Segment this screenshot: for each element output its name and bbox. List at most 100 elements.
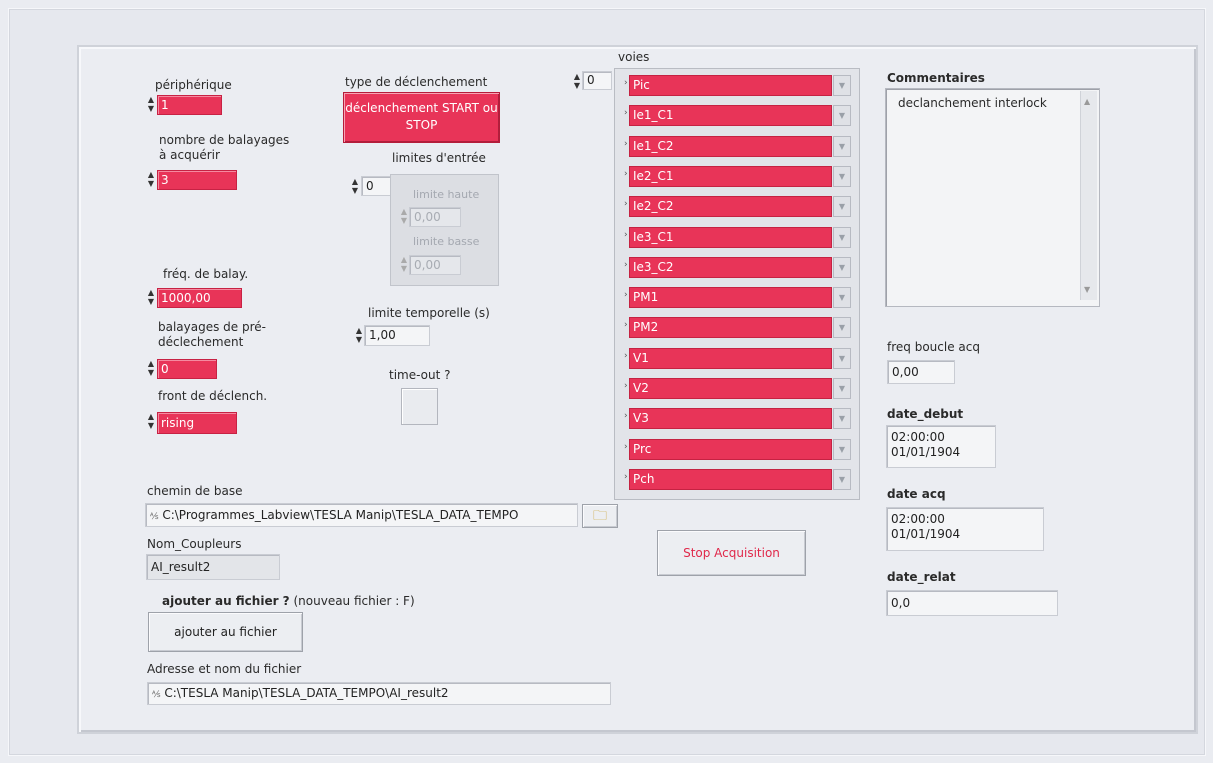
element-tick-icon: ›: [624, 320, 628, 331]
scroll-down-icon[interactable]: ▼: [1084, 285, 1090, 294]
limites-index-field[interactable]: 0: [361, 176, 391, 196]
pre-decl-field[interactable]: 0: [157, 359, 217, 379]
voie-channel-row[interactable]: › PM2 ▼: [619, 314, 851, 340]
voies-index-field[interactable]: 0: [582, 71, 612, 90]
voie-channel-row[interactable]: › Ie1_C2 ▼: [619, 133, 851, 159]
voie-channel-name[interactable]: Ie2_C1: [629, 165, 832, 187]
voie-channel-name[interactable]: V3: [629, 408, 832, 430]
element-tick-icon: ›: [624, 290, 628, 301]
front-field[interactable]: rising: [157, 412, 237, 434]
limite-haute-label: limite haute: [413, 188, 480, 201]
element-tick-icon: ›: [624, 168, 628, 179]
voie-channel-row[interactable]: › Ie2_C1 ▼: [619, 163, 851, 189]
adresse-value: C:\TESLA Manip\TESLA_DATA_TEMPO\AI_resul…: [164, 686, 449, 700]
voie-channel-name[interactable]: Ie1_C2: [629, 135, 832, 157]
voie-channel-name[interactable]: Pch: [629, 468, 832, 490]
element-tick-icon: ›: [624, 259, 628, 270]
chevron-down-icon[interactable]: ▼: [833, 226, 851, 248]
limite-basse-field[interactable]: 0,00: [409, 255, 461, 275]
voie-channel-name[interactable]: Prc: [629, 438, 832, 460]
type-decl-button[interactable]: déclenchement START ou STOP: [343, 92, 500, 143]
voie-channel-name[interactable]: Ie3_C2: [629, 256, 832, 278]
chevron-down-icon[interactable]: ▼: [833, 347, 851, 369]
chemin-field[interactable]: ⅍ C:\Programmes_Labview\TESLA Manip\TESL…: [145, 503, 578, 527]
limite-temp-field[interactable]: 1,00: [364, 325, 430, 346]
voie-channel-row[interactable]: › V3 ▼: [619, 405, 851, 431]
limites-index-spinner[interactable]: ▲ ▼: [350, 177, 360, 195]
scroll-up-icon[interactable]: ▲: [1084, 97, 1090, 106]
chevron-down-icon[interactable]: ▼: [833, 438, 851, 460]
chevron-down-icon[interactable]: ▼: [833, 75, 851, 96]
voie-channel-name[interactable]: PM2: [629, 317, 832, 339]
chevron-down-icon[interactable]: ▼: [833, 105, 851, 127]
timeout-led: [401, 388, 438, 425]
chevron-down-icon[interactable]: ▼: [833, 378, 851, 399]
voie-channel-name[interactable]: V2: [629, 378, 832, 399]
peripherique-field[interactable]: 1: [157, 95, 222, 115]
path-icon: ⅍: [150, 512, 159, 522]
voie-channel-row[interactable]: › V1 ▼: [619, 345, 851, 371]
ajouter-label-bold: ajouter au fichier ?: [162, 594, 290, 608]
nb-balayages-spinner[interactable]: ▲ ▼: [146, 170, 156, 188]
chevron-down-icon[interactable]: ▼: [833, 468, 851, 490]
stop-acquisition-button[interactable]: Stop Acquisition: [657, 530, 806, 576]
element-tick-icon: ›: [624, 441, 628, 452]
chevron-down-icon[interactable]: ▼: [833, 135, 851, 157]
voie-channel-row[interactable]: › V2 ▼: [619, 375, 851, 401]
front-spinner[interactable]: ▲ ▼: [146, 412, 156, 430]
limite-haute-spinner[interactable]: ▲ ▼: [399, 207, 409, 225]
date-relat-field: 0,0: [886, 590, 1058, 616]
limite-temp-spinner[interactable]: ▲ ▼: [354, 326, 364, 344]
chemin-label: chemin de base: [147, 484, 243, 498]
ajouter-label: ajouter au fichier ? (nouveau fichier : …: [162, 594, 415, 609]
date-relat-label: date_relat: [887, 570, 956, 584]
commentaires-scrollbar[interactable]: ▲ ▼: [1080, 91, 1097, 300]
commentaires-label: Commentaires: [887, 71, 985, 85]
date-debut-date: 01/01/1904: [891, 445, 961, 459]
limite-temp-label: limite temporelle (s): [368, 306, 490, 320]
element-tick-icon: ›: [624, 229, 628, 240]
chevron-down-icon[interactable]: ▼: [833, 196, 851, 218]
voie-channel-row[interactable]: › Pch ▼: [619, 466, 851, 492]
element-tick-icon: ›: [624, 78, 628, 88]
chevron-down-icon[interactable]: ▼: [833, 317, 851, 339]
peripherique-spinner[interactable]: ▲ ▼: [146, 95, 156, 113]
voie-channel-name[interactable]: Ie2_C2: [629, 196, 832, 218]
voie-channel-row[interactable]: › Ie1_C1 ▼: [619, 102, 851, 128]
nb-balayages-field[interactable]: 3: [157, 170, 237, 190]
freq-boucle-field: 0,00: [887, 360, 955, 384]
date-debut-time: 02:00:00: [891, 430, 945, 444]
date-acq-date: 01/01/1904: [891, 527, 961, 541]
limite-haute-field[interactable]: 0,00: [409, 207, 461, 227]
limite-basse-spinner[interactable]: ▲ ▼: [399, 255, 409, 273]
chevron-down-icon[interactable]: ▼: [833, 165, 851, 187]
freq-field[interactable]: 1000,00: [157, 288, 242, 308]
element-tick-icon: ›: [624, 108, 628, 119]
commentaires-textarea[interactable]: declanchement interlock ▲ ▼: [885, 88, 1100, 307]
browse-folder-icon[interactable]: 🗀: [582, 504, 618, 528]
voie-channel-name[interactable]: Ie3_C1: [629, 226, 832, 248]
voie-channel-row[interactable]: › Ie3_C1 ▼: [619, 224, 851, 250]
voie-channel-name[interactable]: Ie1_C1: [629, 105, 832, 127]
date-debut-label: date_debut: [887, 407, 964, 421]
freq-spinner[interactable]: ▲ ▼: [146, 288, 156, 306]
voie-channel-name[interactable]: PM1: [629, 287, 832, 309]
voie-channel-name[interactable]: V1: [629, 347, 832, 369]
element-tick-icon: ›: [624, 138, 628, 149]
voie-channel-row[interactable]: › Pic ▼: [619, 72, 851, 98]
voies-index-spinner[interactable]: ▲ ▼: [572, 72, 582, 90]
type-decl-label: type de déclenchement: [345, 75, 488, 89]
pre-decl-spinner[interactable]: ▲ ▼: [146, 359, 156, 377]
chevron-down-icon[interactable]: ▼: [833, 256, 851, 278]
ajouter-button[interactable]: ajouter au fichier: [148, 612, 303, 652]
voie-channel-name[interactable]: Pic: [629, 75, 832, 96]
voie-channel-row[interactable]: › PM1 ▼: [619, 284, 851, 310]
chevron-down-icon[interactable]: ▼: [833, 287, 851, 309]
voie-channel-row[interactable]: › Prc ▼: [619, 436, 851, 462]
element-tick-icon: ›: [624, 350, 628, 361]
nom-coupleurs-field[interactable]: AI_result2: [146, 554, 280, 580]
voie-channel-row[interactable]: › Ie2_C2 ▼: [619, 193, 851, 219]
chevron-down-icon[interactable]: ▼: [833, 408, 851, 430]
voie-channel-row[interactable]: › Ie3_C2 ▼: [619, 254, 851, 280]
adresse-field[interactable]: ⅍ C:\TESLA Manip\TESLA_DATA_TEMPO\AI_res…: [147, 682, 611, 705]
